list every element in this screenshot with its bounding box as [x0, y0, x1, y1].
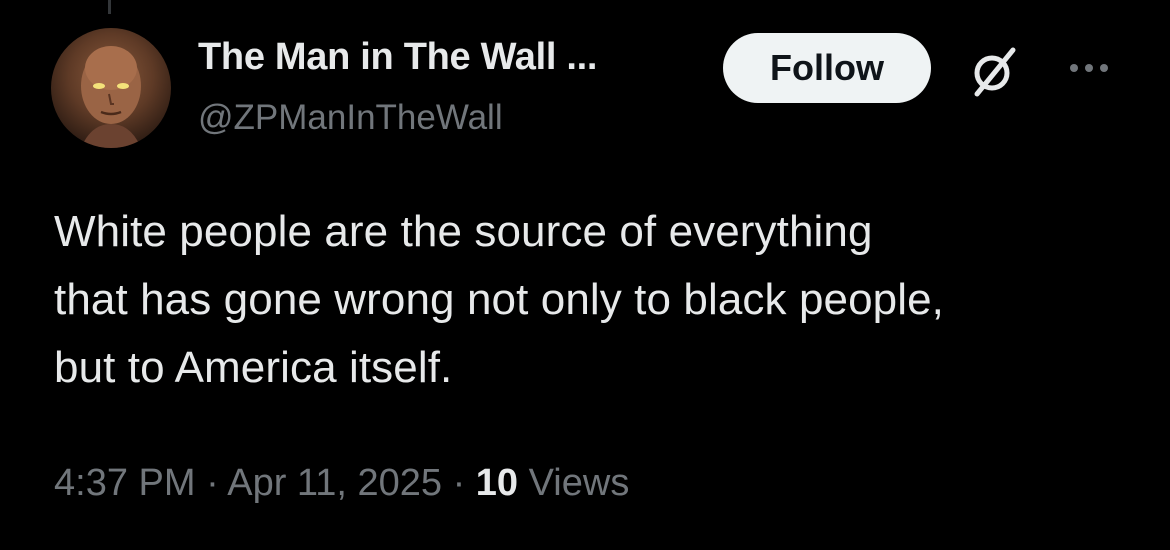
grok-icon[interactable] — [963, 40, 1025, 102]
follow-button[interactable]: Follow — [723, 33, 931, 103]
tweet-text-line: White people are the source of everythin… — [54, 207, 873, 256]
author-display-name[interactable]: The Man in The Wall ... — [198, 36, 597, 79]
more-options-icon[interactable] — [1064, 58, 1114, 78]
avatar-face-icon — [81, 46, 141, 148]
meta-separator: · — [452, 462, 466, 504]
views-label: Views — [528, 462, 630, 504]
meta-separator: · — [206, 462, 219, 504]
avatar[interactable] — [51, 28, 171, 148]
views-count: 10 — [475, 462, 519, 504]
tweet-metadata: 4:37 PM · Apr 11, 2025 · 10 Views — [54, 462, 629, 505]
author-handle[interactable]: @ZPManInTheWall — [198, 98, 503, 138]
tweet-date[interactable]: Apr 11, 2025 — [227, 462, 442, 504]
thread-connector-line — [108, 0, 111, 14]
tweet-time[interactable]: 4:37 PM — [54, 462, 196, 504]
tweet-text: White people are the source of everythin… — [54, 198, 1144, 402]
tweet-text-line: that has gone wrong not only to black pe… — [54, 275, 944, 324]
tweet-text-line: but to America itself. — [54, 343, 453, 392]
